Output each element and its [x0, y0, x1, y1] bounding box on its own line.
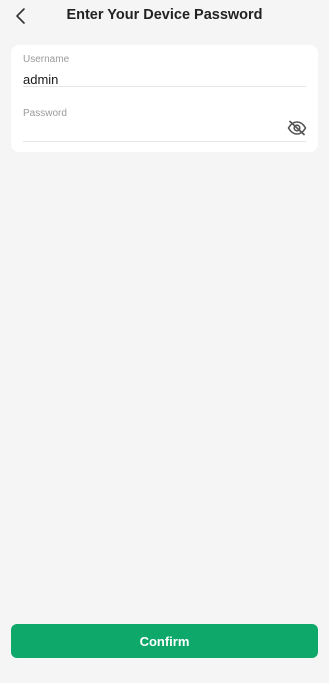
credentials-card: Username Password: [11, 45, 318, 152]
confirm-button[interactable]: Confirm: [11, 624, 318, 658]
password-divider: [23, 141, 306, 142]
password-label: Password: [23, 108, 67, 119]
username-divider: [23, 86, 306, 87]
eye-off-icon: [287, 120, 307, 136]
password-input[interactable]: [23, 124, 306, 142]
password-field: Password: [23, 108, 308, 142]
username-field: Username: [23, 54, 306, 88]
header: Enter Your Device Password: [0, 0, 329, 32]
screen: Enter Your Device Password Username Pass…: [0, 0, 329, 683]
page-title: Enter Your Device Password: [66, 7, 263, 23]
username-label: Username: [23, 54, 70, 65]
password-visibility-toggle[interactable]: [286, 119, 308, 137]
